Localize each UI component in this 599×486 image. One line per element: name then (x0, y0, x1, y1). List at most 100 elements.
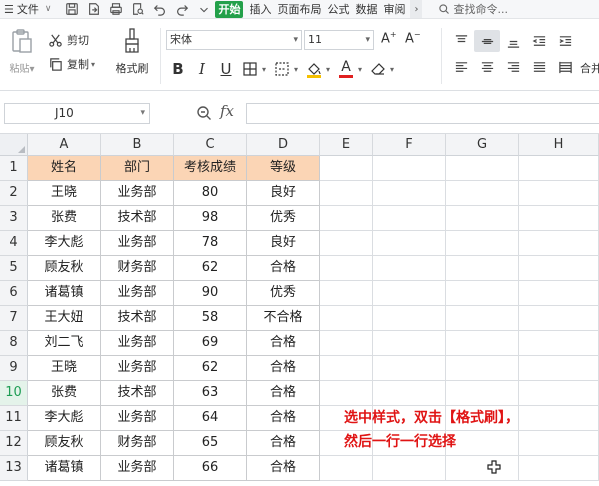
row-header[interactable]: 7 (0, 306, 28, 331)
empty-cell[interactable] (519, 456, 599, 481)
align-bottom-icon[interactable] (500, 30, 526, 52)
column-header[interactable]: G (446, 134, 519, 156)
copy-button[interactable]: 复制 ▾ (48, 52, 95, 76)
empty-cell[interactable] (320, 156, 373, 181)
save-icon[interactable] (61, 0, 83, 18)
tab-formulas[interactable]: 公式 (324, 0, 352, 18)
table-cell[interactable]: 业务部 (101, 331, 174, 356)
empty-cell[interactable] (320, 306, 373, 331)
undo-icon[interactable] (149, 0, 171, 18)
table-cell[interactable]: 良好 (247, 231, 320, 256)
row-header[interactable]: 3 (0, 206, 28, 231)
empty-cell[interactable] (373, 381, 446, 406)
chevron-down-icon[interactable]: ▾ (326, 65, 334, 74)
file-menu[interactable]: ☰ 文件 ∨ (0, 0, 51, 18)
empty-cell[interactable] (373, 206, 446, 231)
tab-page-layout[interactable]: 页面布局 (274, 0, 324, 18)
table-cell[interactable]: 合格 (247, 431, 320, 456)
justify-icon[interactable] (526, 56, 552, 78)
empty-cell[interactable] (446, 281, 519, 306)
empty-cell[interactable] (320, 206, 373, 231)
empty-cell[interactable] (373, 456, 446, 481)
table-cell[interactable]: 69 (174, 331, 247, 356)
empty-cell[interactable] (373, 356, 446, 381)
table-cell[interactable]: 王晓 (28, 181, 101, 206)
table-header-cell[interactable]: 等级 (247, 156, 320, 181)
merge-button[interactable]: 合并 (580, 60, 599, 76)
zoom-icon[interactable] (196, 105, 212, 121)
table-cell[interactable]: 财务部 (101, 431, 174, 456)
table-cell[interactable]: 65 (174, 431, 247, 456)
table-cell[interactable]: 张费 (28, 381, 101, 406)
table-header-cell[interactable]: 姓名 (28, 156, 101, 181)
table-cell[interactable]: 王晓 (28, 356, 101, 381)
customize-toolbar-icon[interactable] (193, 0, 215, 18)
borders-button[interactable] (238, 58, 262, 80)
decrease-font-icon[interactable]: A− (405, 30, 421, 46)
distributed-align-icon[interactable] (552, 56, 578, 78)
row-header[interactable]: 11 (0, 406, 28, 431)
row-header[interactable]: 1 (0, 156, 28, 181)
empty-cell[interactable] (320, 256, 373, 281)
increase-font-icon[interactable]: A+ (381, 30, 397, 46)
align-right-icon[interactable] (500, 56, 526, 78)
empty-cell[interactable] (320, 181, 373, 206)
chevron-down-icon[interactable]: ▾ (390, 65, 398, 74)
empty-cell[interactable] (373, 156, 446, 181)
align-middle-icon[interactable] (474, 30, 500, 52)
formula-input[interactable] (246, 103, 599, 124)
row-header[interactable]: 10 (0, 381, 28, 406)
empty-cell[interactable] (446, 456, 519, 481)
empty-cell[interactable] (519, 206, 599, 231)
empty-cell[interactable] (446, 356, 519, 381)
font-color-button[interactable]: A (334, 58, 358, 80)
table-cell[interactable]: 78 (174, 231, 247, 256)
empty-cell[interactable] (446, 331, 519, 356)
format-painter-button[interactable]: 格式刷 (112, 28, 152, 76)
empty-cell[interactable] (519, 256, 599, 281)
empty-cell[interactable] (373, 306, 446, 331)
export-icon[interactable] (83, 0, 105, 18)
function-icon[interactable]: fx (220, 102, 234, 120)
row-header[interactable]: 2 (0, 181, 28, 206)
align-left-icon[interactable] (448, 56, 474, 78)
table-header-cell[interactable]: 部门 (101, 156, 174, 181)
align-top-icon[interactable] (448, 30, 474, 52)
table-cell[interactable]: 良好 (247, 181, 320, 206)
empty-cell[interactable] (373, 281, 446, 306)
row-header[interactable]: 6 (0, 281, 28, 306)
empty-cell[interactable] (519, 281, 599, 306)
chevron-right-icon[interactable]: › (410, 0, 423, 18)
table-cell[interactable]: 诸葛镇 (28, 281, 101, 306)
table-cell[interactable]: 80 (174, 181, 247, 206)
font-size-select[interactable]: 11 ▾ (304, 30, 374, 50)
empty-cell[interactable] (446, 256, 519, 281)
table-cell[interactable]: 合格 (247, 331, 320, 356)
print-icon[interactable] (105, 0, 127, 18)
table-cell[interactable]: 合格 (247, 256, 320, 281)
empty-cell[interactable] (320, 231, 373, 256)
tab-home[interactable]: 开始 (215, 0, 244, 18)
column-header[interactable]: D (247, 134, 320, 156)
table-cell[interactable]: 合格 (247, 356, 320, 381)
table-cell[interactable]: 技术部 (101, 206, 174, 231)
tab-review[interactable]: 审阅 (380, 0, 408, 18)
row-header[interactable]: 8 (0, 331, 28, 356)
empty-cell[interactable] (519, 306, 599, 331)
empty-cell[interactable] (373, 231, 446, 256)
table-cell[interactable]: 58 (174, 306, 247, 331)
table-cell[interactable]: 62 (174, 256, 247, 281)
table-cell[interactable]: 诸葛镇 (28, 456, 101, 481)
empty-cell[interactable] (519, 381, 599, 406)
row-header[interactable]: 13 (0, 456, 28, 481)
clear-format-button[interactable] (366, 58, 390, 80)
empty-cell[interactable] (373, 256, 446, 281)
font-name-select[interactable]: 宋体 ▾ (166, 30, 302, 50)
fill-color-button[interactable] (302, 58, 326, 80)
empty-cell[interactable] (320, 331, 373, 356)
align-center-icon[interactable] (474, 56, 500, 78)
table-cell[interactable]: 业务部 (101, 406, 174, 431)
column-header[interactable]: F (373, 134, 446, 156)
empty-cell[interactable] (373, 181, 446, 206)
cell-style-button[interactable] (270, 58, 294, 80)
